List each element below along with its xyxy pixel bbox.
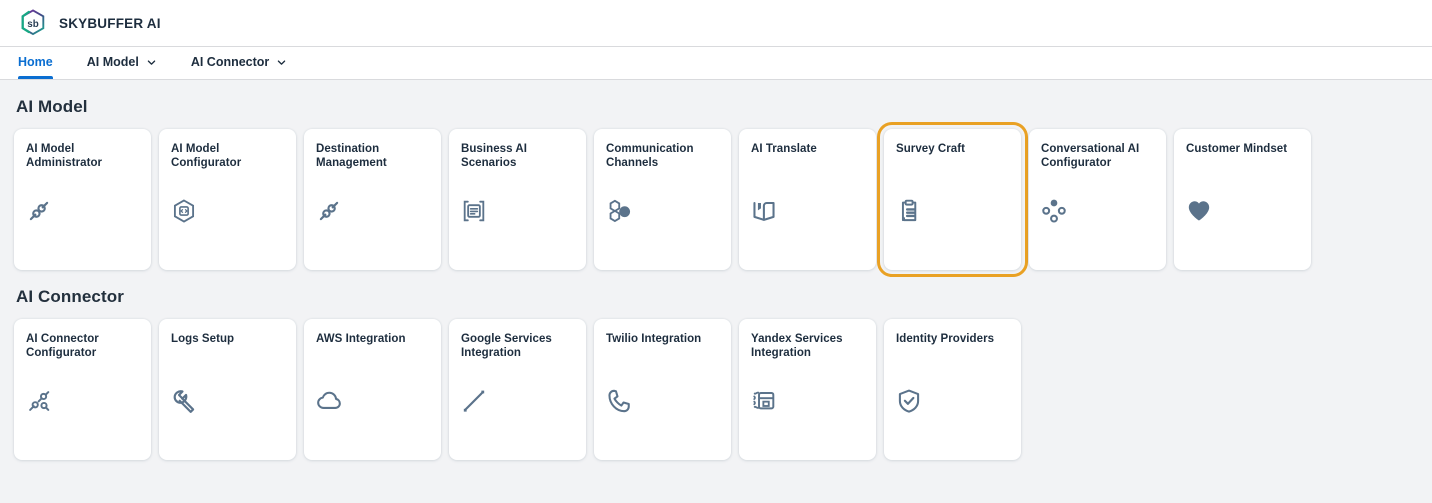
tile-row-ai-model: AI Model Administrator AI Model Configura… <box>14 122 1418 277</box>
tile-ai-model-configurator[interactable]: AI Model Configurator <box>159 129 296 270</box>
tile-slot: Survey Craft <box>877 122 1029 277</box>
tile-title: AI Model Configurator <box>171 143 242 170</box>
tile-title: Conversational AI Configurator <box>1041 143 1140 170</box>
tile-communication-channels[interactable]: Communication Channels <box>594 129 731 270</box>
section-title: AI Model <box>16 97 88 116</box>
tile-yandex-services-integration[interactable]: Yandex Services Integration <box>739 319 876 460</box>
hexagon-cluster-icon <box>606 198 632 224</box>
link-node-icon <box>316 198 342 224</box>
tile-twilio-integration[interactable]: Twilio Integration <box>594 319 731 460</box>
shell-header: sb SKYBUFFER AI <box>0 0 1432 47</box>
tile-slot: AI Translate <box>739 129 884 270</box>
brand-title: SKYBUFFER AI <box>59 15 161 31</box>
tile-slot: Communication Channels <box>594 129 739 270</box>
tile-title: AI Connector Configurator <box>26 333 99 360</box>
tile-title: AI Translate <box>751 143 817 155</box>
document-lines-icon <box>461 198 487 224</box>
wrench-icon <box>171 388 197 414</box>
tile-business-ai-scenarios[interactable]: Business AI Scenarios <box>449 129 586 270</box>
phone-icon <box>606 388 632 414</box>
tile-logs-setup[interactable]: Logs Setup <box>159 319 296 460</box>
tile-row-ai-connector: AI Connector Configurator Logs Setup AWS I… <box>14 319 1418 460</box>
section-title: AI Connector <box>16 287 124 306</box>
tile-survey-craft[interactable]: Survey Craft <box>877 122 1028 277</box>
section-ai-connector: AI Connector AI Connector Configurator Lo… <box>14 287 1418 460</box>
diagonal-line-icon <box>461 388 487 414</box>
tile-slot: Identity Providers <box>884 319 1029 460</box>
four-dot-diamond-icon <box>1041 198 1067 224</box>
nav-item-label: Home <box>18 55 53 69</box>
link-node-icon <box>26 198 52 224</box>
nav-item-label: AI Connector <box>190 55 270 69</box>
tile-slot: AI Model Administrator <box>14 129 159 270</box>
tile-ai-connector-configurator[interactable]: AI Connector Configurator <box>14 319 151 460</box>
tile-title: Destination Management <box>316 143 387 170</box>
brand[interactable]: sb SKYBUFFER AI <box>18 8 161 38</box>
tile-slot: AI Model Configurator <box>159 129 304 270</box>
tile-title: Business AI Scenarios <box>461 143 527 170</box>
tile-title: Google Services Integration <box>461 333 552 360</box>
tile-slot: Business AI Scenarios <box>449 129 594 270</box>
gear-window-icon <box>751 388 777 414</box>
tile-title: AWS Integration <box>316 333 406 345</box>
main-navigation: Home AI Model AI Connector <box>0 47 1432 80</box>
tile-title: Customer Mindset <box>1186 143 1288 155</box>
tile-title: Identity Providers <box>896 333 995 345</box>
tile-slot: Google Services Integration <box>449 319 594 460</box>
launchpad-content: AI Model AI Model Administrator AI Model … <box>0 97 1432 460</box>
tile-customer-mindset[interactable]: Customer Mindset <box>1174 129 1311 270</box>
open-book-icon <box>751 198 777 224</box>
hexagon-chip-icon <box>171 198 197 224</box>
tile-title: Yandex Services Integration <box>751 333 843 360</box>
nav-item-ai-connector[interactable]: AI Connector <box>191 47 287 79</box>
tile-ai-model-administrator[interactable]: AI Model Administrator <box>14 129 151 270</box>
tile-slot: Conversational AI Configurator <box>1029 129 1174 270</box>
tile-destination-management[interactable]: Destination Management <box>304 129 441 270</box>
tile-slot: Customer Mindset <box>1174 129 1319 270</box>
cloud-icon <box>316 388 342 414</box>
tile-title: Twilio Integration <box>606 333 702 345</box>
tile-google-services-integration[interactable]: Google Services Integration <box>449 319 586 460</box>
tile-identity-providers[interactable]: Identity Providers <box>884 319 1021 460</box>
tile-conversational-ai-configurator[interactable]: Conversational AI Configurator <box>1029 129 1166 270</box>
shield-check-icon <box>896 388 922 414</box>
chevron-down-icon <box>146 57 157 68</box>
nav-item-ai-model[interactable]: AI Model <box>87 47 157 79</box>
tile-slot: Logs Setup <box>159 319 304 460</box>
clipboard-list-icon <box>896 198 922 224</box>
tile-slot: Yandex Services Integration <box>739 319 884 460</box>
tile-slot: AWS Integration <box>304 319 449 460</box>
tile-slot: Twilio Integration <box>594 319 739 460</box>
hexagon-sb-logo-icon: sb <box>18 8 48 38</box>
tile-title: Logs Setup <box>171 333 235 345</box>
tile-title: Communication Channels <box>606 143 694 170</box>
tile-title: Survey Craft <box>896 143 965 155</box>
tile-slot: AI Connector Configurator <box>14 319 159 460</box>
section-ai-model: AI Model AI Model Administrator AI Model … <box>14 97 1418 277</box>
tile-aws-integration[interactable]: AWS Integration <box>304 319 441 460</box>
heart-icon <box>1186 198 1212 224</box>
tile-ai-translate[interactable]: AI Translate <box>739 129 876 270</box>
nav-item-label: AI Model <box>86 55 139 69</box>
svg-text:sb: sb <box>27 19 38 30</box>
chevron-down-icon <box>276 57 287 68</box>
tile-title: AI Model Administrator <box>26 143 103 170</box>
nav-item-home[interactable]: Home <box>18 47 53 79</box>
tile-slot: Destination Management <box>304 129 449 270</box>
double-link-node-icon <box>26 388 52 414</box>
